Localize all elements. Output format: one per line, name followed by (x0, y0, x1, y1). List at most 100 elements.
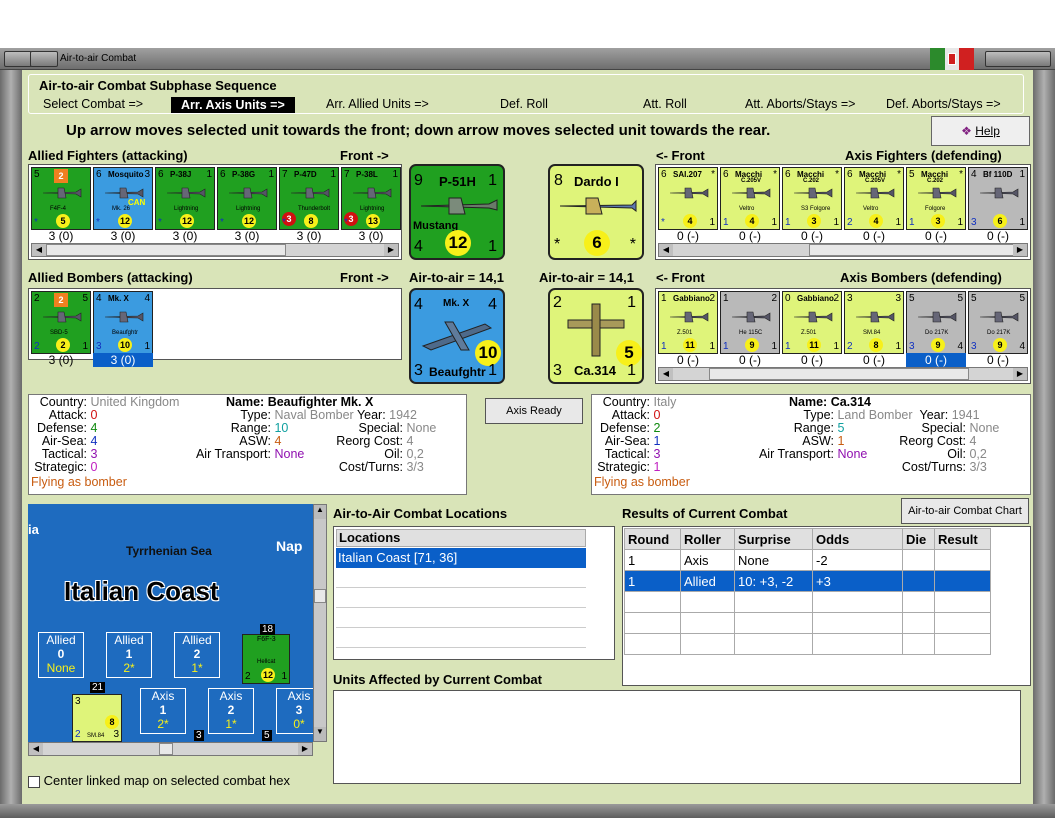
bl: * (554, 236, 561, 253)
altitude-box[interactable]: Allied 2 1* (174, 632, 220, 678)
unit-counter[interactable]: 4 4 Mk. X Beaufghtr 10 3 1 (93, 291, 153, 354)
counter-bottom-right: 1 (833, 217, 839, 228)
altitude-box-sub: 0* (293, 717, 305, 731)
stat: 12 (261, 668, 275, 682)
label-costturns: Cost/Turns: (338, 460, 403, 474)
axis-bombers-title: Axis Bombers (defending) (840, 270, 1002, 285)
instruction-text: Up arrow moves selected unit towards the… (66, 122, 771, 139)
step-arr-allied-units: Arr. Allied Units => (326, 97, 429, 111)
axis-fighters-list[interactable]: 6 * SAI.207 4 * 1 0 (-) 6 * Macchi C.205V Veltro 4 1 1… (655, 164, 1031, 260)
counter-status-label: 0 (-) (677, 353, 699, 367)
scroll-down-icon[interactable]: ▼ (314, 727, 326, 741)
counter-attack: 6 (723, 169, 729, 180)
axis-tactical: 3 (653, 447, 661, 461)
altitude-box[interactable]: Allied 1 2* (106, 632, 152, 678)
plane-icon (855, 186, 895, 200)
location-item[interactable]: Italian Coast [71, 36] (336, 548, 586, 568)
counter-defense: 5 (957, 293, 963, 304)
unit-counter[interactable]: 6 * Macchi C.202 S3 Folgore 3 1 1 (782, 167, 842, 230)
map-counter-sm84[interactable]: 3 8 SM.84 2 3 (72, 694, 122, 742)
altitude-box[interactable]: Axis 2 1* (208, 688, 254, 734)
unit-counter[interactable]: 6 * SAI.207 4 * 1 (658, 167, 718, 230)
unit-counter[interactable]: 7 1 P-38L 3 Lightning 13 * (341, 167, 401, 230)
window-menu-button[interactable] (4, 51, 32, 67)
help-button[interactable]: ❖ Help (931, 116, 1030, 146)
locations-list[interactable]: Locations Italian Coast [71, 36] (333, 526, 615, 660)
axis-type: Land Bomber (837, 408, 913, 422)
counter-attack: 6 (785, 169, 791, 180)
sub: Beaufghtr (429, 365, 486, 379)
big-allied-bomber-counter[interactable]: 4 Mk. X 4 10 3 Beaufghtr 1 (409, 288, 505, 384)
axis-costturns: 3/3 (969, 460, 987, 474)
unit-counter[interactable]: 5 5 Do 217K 9 3 4 (968, 291, 1028, 354)
big-allied-fighter-counter[interactable]: 9 P-51H 1 Mustang 4 12 1 (409, 164, 505, 260)
counter-defense: 3 (895, 293, 901, 304)
unit-counter[interactable]: 0 2 Gabbiano Z.501 11 1 1 (782, 291, 842, 354)
results-cell: 10: +3, -2 (734, 570, 813, 592)
unit-counter[interactable]: 6 * Macchi C.205V Veltro 4 2 1 (844, 167, 904, 230)
unit-counter[interactable]: 2 5 2 SBD-5 2 2 1 (31, 291, 91, 354)
allied-unit-info: Country: United Kingdom Attack: 0 Defens… (28, 394, 467, 495)
scroll-up-icon[interactable]: ▲ (314, 505, 326, 519)
big-axis-bomber-counter[interactable]: 2 1 5 3 Ca.314 1 (548, 288, 644, 384)
sub: Hellcat (257, 659, 276, 665)
window-restore-button[interactable] (30, 51, 58, 67)
allied-airsea: 4 (90, 434, 98, 448)
scroll-thumb[interactable] (314, 589, 326, 603)
affected-title: Units Affected by Current Combat (333, 672, 542, 687)
center-map-label: Center linked map on selected combat hex (43, 773, 291, 788)
results-header: Odds (812, 528, 903, 550)
map-counter-f6f[interactable]: F6F-3 Hellcat 12 2 1 (242, 634, 290, 684)
counter-stat: 9 (993, 338, 1007, 352)
label-name: Name: (226, 395, 265, 409)
combat-chart-button[interactable]: Air-to-air Combat Chart (901, 498, 1029, 524)
counter-bottom-left: 2 (34, 341, 40, 352)
unit-counter[interactable]: 5 2 F4F-4 5 * (31, 167, 91, 230)
counter-subname: Z.501 (801, 330, 817, 336)
unit-counter[interactable]: 4 1 Bf 110D 6 3 1 (968, 167, 1028, 230)
axis-ready-button[interactable]: Axis Ready (485, 398, 583, 424)
allied-fighters-list[interactable]: 5 2 F4F-4 5 * 3 (0) 6 3 Mosquito Mk. 26 CAN 12 * 3 (0… (28, 164, 402, 260)
stack-count-21: 21 (90, 682, 106, 693)
counter-bottom-left: * (282, 217, 286, 228)
unit-counter[interactable]: 6 1 P-38G Lightning 12 * (217, 167, 277, 230)
unit-counter[interactable]: 5 * Macchi C.202 Folgore 3 1 1 (906, 167, 966, 230)
unit-counter[interactable]: 5 5 Do 217K 9 3 4 (906, 291, 966, 354)
unit-counter[interactable]: 1 2 He 115C 9 1 1 (720, 291, 780, 354)
altitude-box[interactable]: Axis 1 2* (140, 688, 186, 734)
unit-counter[interactable]: 6 * Macchi C.205V Veltro 4 1 1 (720, 167, 780, 230)
unit-counter[interactable]: 3 3 SM.84 8 2 1 (844, 291, 904, 354)
allied-year: 1942 (389, 408, 417, 422)
center-map-option[interactable]: Center linked map on selected combat hex (28, 773, 290, 788)
axis-fighters-scrollbar[interactable]: ◀ ▶ (658, 243, 1028, 257)
counter-bottom-right: 4 (1019, 341, 1025, 352)
unit-counter[interactable]: 6 3 Mosquito Mk. 26 CAN 12 * (93, 167, 153, 230)
help-label: Help (975, 124, 1000, 138)
mini-map[interactable]: ia Tyrrhenian Sea Nap Italian Coast Alli… (28, 504, 313, 742)
altitude-box-label: Axis (151, 689, 175, 703)
allied-attack: 0 (90, 408, 98, 422)
axis-bombers-list[interactable]: 1 2 Gabbiano Z.501 11 1 1 0 (-) 1 2 He 115C 9 1 1 0 (-… (655, 288, 1031, 384)
allied-fighters-scrollbar[interactable]: ◀ ▶ (31, 243, 399, 257)
allied-fighters-title: Allied Fighters (attacking) (28, 148, 188, 163)
altitude-box[interactable]: Axis 3 0* (276, 688, 313, 734)
allied-status: Flying as bomber (31, 475, 127, 489)
bl: 2 (75, 729, 81, 740)
label-asw: ASW: (239, 434, 271, 448)
axis-bombers-scrollbar[interactable]: ◀ ▶ (658, 367, 1028, 381)
altitude-box[interactable]: Allied 0 None (38, 632, 84, 678)
counter-bottom-left: 3 (96, 341, 102, 352)
unit-counter[interactable]: 6 1 P-38J Lightning 12 * (155, 167, 215, 230)
counter-bottom-left: * (34, 217, 38, 228)
window-close-button[interactable] (985, 51, 1051, 67)
map-vertical-scrollbar[interactable]: ▲ ▼ (313, 504, 327, 742)
results-cell: 1 (624, 570, 681, 592)
allied-bombers-list[interactable]: 2 5 2 SBD-5 2 2 1 3 (0) 4 4 Mk. X Beaufghtr 10 3 1 3 (0… (28, 288, 402, 367)
unit-counter[interactable]: 1 2 Gabbiano Z.501 11 1 1 (658, 291, 718, 354)
map-horizontal-scrollbar[interactable]: ◀ ▶ (28, 742, 313, 756)
big-axis-fighter-counter[interactable]: 8 Dardo I * 6 * (548, 164, 644, 260)
unit-counter[interactable]: 7 1 P-47D 3 Thunderbolt 8 * (279, 167, 339, 230)
counter-subname: Z.501 (677, 330, 693, 336)
counter-stat: 4 (869, 214, 883, 228)
center-map-checkbox[interactable] (28, 775, 40, 788)
